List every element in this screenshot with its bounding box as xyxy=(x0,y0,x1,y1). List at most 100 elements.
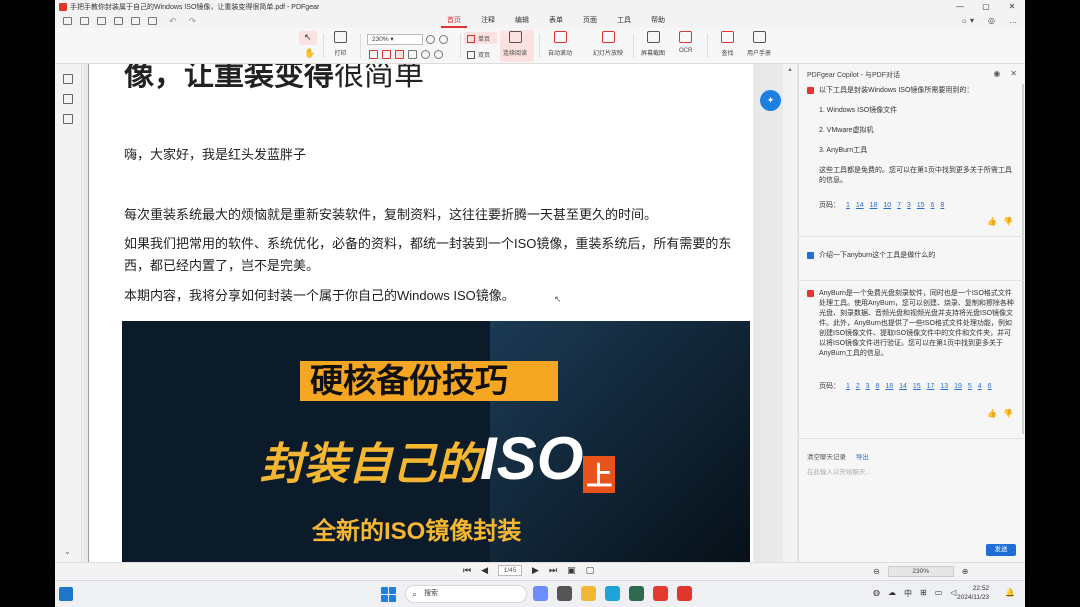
minimize-button[interactable]: — xyxy=(947,0,973,14)
thumbs-down-icon[interactable]: 👎 xyxy=(1003,217,1013,226)
page-link[interactable]: 3 xyxy=(907,202,911,209)
tab-home[interactable]: 首页 xyxy=(437,14,471,28)
page-link[interactable]: 1 xyxy=(846,202,850,209)
page-link[interactable]: 7 xyxy=(897,202,901,209)
share-icon[interactable] xyxy=(148,17,157,25)
export-button[interactable]: 导出 xyxy=(856,454,869,461)
tab-tools[interactable]: 工具 xyxy=(607,14,641,28)
copilot-app-icon[interactable] xyxy=(533,586,548,601)
open-folder-icon[interactable] xyxy=(80,17,89,25)
single-page-button[interactable]: 单页 xyxy=(467,34,490,43)
document-viewport[interactable]: 像，让重装变得很简单 嗨，大家好，我是红头发蓝胖子 每次重装系统最大的烦恼就是重… xyxy=(83,64,798,562)
continuous-reading-button[interactable]: 连续阅读 xyxy=(503,31,527,57)
start-button[interactable] xyxy=(381,587,396,602)
undo-icon[interactable]: ↶ xyxy=(169,16,177,27)
copilot-close-icon[interactable]: ✕ xyxy=(1010,69,1017,78)
page-link[interactable]: 17 xyxy=(927,383,935,390)
copilot-scrollbar[interactable] xyxy=(1022,84,1024,434)
new-file-icon[interactable] xyxy=(63,17,72,25)
reading-icon[interactable] xyxy=(408,50,417,59)
account-icon[interactable]: ◎ xyxy=(988,14,995,28)
tab-annotate[interactable]: 注释 xyxy=(471,14,505,28)
page-input[interactable]: 1/45 xyxy=(498,565,523,576)
print-quick-icon[interactable] xyxy=(131,17,140,25)
cloud-icon[interactable]: ☁ xyxy=(888,588,896,599)
widgets-icon[interactable] xyxy=(59,587,73,601)
task-view-icon[interactable] xyxy=(557,586,572,601)
tab-page[interactable]: 页面 xyxy=(573,14,607,28)
scroll-up-icon[interactable]: ▲ xyxy=(783,67,797,73)
copilot-float-icon[interactable]: ✦ xyxy=(760,90,781,111)
close-button[interactable]: ✕ xyxy=(999,0,1025,14)
double-page-button[interactable]: 双页 xyxy=(467,50,490,59)
file-explorer-icon[interactable] xyxy=(581,586,596,601)
actual-size-icon[interactable] xyxy=(395,50,404,59)
page-link[interactable]: 5 xyxy=(968,383,972,390)
prev-page-icon[interactable]: ◀ xyxy=(481,565,488,576)
theme-icon[interactable]: ☼ ▾ xyxy=(960,14,974,28)
volume-icon[interactable]: ◁ xyxy=(950,588,956,599)
screenshot-button[interactable]: 屏幕截图 xyxy=(641,31,665,57)
app-tray-icon[interactable]: ◍ xyxy=(873,588,880,599)
fit-width-icon[interactable] xyxy=(369,50,378,59)
zoom-in-icon[interactable] xyxy=(439,35,448,44)
comments-icon[interactable] xyxy=(63,114,73,124)
page-view-icon[interactable]: ▣ xyxy=(567,565,576,576)
page-link[interactable]: 6 xyxy=(988,383,992,390)
chevron-down-icon[interactable]: ⌄ xyxy=(64,547,71,556)
page-link[interactable]: 6 xyxy=(931,202,935,209)
taskbar-search[interactable]: 搜索 xyxy=(405,585,527,603)
page-link[interactable]: 18 xyxy=(885,383,893,390)
pdfgear-taskbar-icon[interactable] xyxy=(677,586,692,601)
copilot-settings-icon[interactable]: ◉ xyxy=(993,69,1000,78)
tab-form[interactable]: 表单 xyxy=(539,14,573,28)
save-icon[interactable] xyxy=(97,17,106,25)
zoom-in-icon[interactable]: ⊕ xyxy=(962,567,969,576)
print-button[interactable]: 打印 xyxy=(334,31,347,57)
page-link[interactable]: 8 xyxy=(876,383,880,390)
zoom-select[interactable]: 230% ▾ xyxy=(367,34,423,45)
redo-icon[interactable]: ↷ xyxy=(189,16,197,27)
maximize-button[interactable]: ▢ xyxy=(973,0,999,14)
tab-help[interactable]: 帮助 xyxy=(641,14,675,28)
page-link[interactable]: 15 xyxy=(913,383,921,390)
cursor-tool-icon[interactable]: ↖ xyxy=(304,32,312,43)
vertical-scrollbar[interactable]: ▲ xyxy=(783,64,797,562)
rotate-right-icon[interactable] xyxy=(434,50,443,59)
page-link[interactable]: 19 xyxy=(954,383,962,390)
thumbs-up-icon[interactable]: 👍 xyxy=(987,409,997,418)
page-link[interactable]: 3 xyxy=(866,383,870,390)
hand-tool-icon[interactable]: ✋ xyxy=(304,48,315,59)
ocr-button[interactable]: OCR xyxy=(679,31,692,54)
network-icon[interactable]: ▭ xyxy=(935,588,943,599)
page-link[interactable]: 8 xyxy=(940,202,944,209)
bookmark-icon[interactable] xyxy=(63,74,73,84)
page-link[interactable]: 1 xyxy=(846,383,850,390)
tray-icon[interactable]: ⊞ xyxy=(920,588,927,599)
tab-edit[interactable]: 编辑 xyxy=(505,14,539,28)
auto-scroll-button[interactable]: 自动滚动 xyxy=(548,31,572,57)
page-link[interactable]: 2 xyxy=(856,383,860,390)
zoom-out-icon[interactable] xyxy=(426,35,435,44)
page-link[interactable]: 14 xyxy=(856,202,864,209)
page-link[interactable]: 13 xyxy=(940,383,948,390)
fit-icon[interactable]: ▢ xyxy=(586,565,595,576)
save-as-icon[interactable] xyxy=(114,17,123,25)
thumbs-up-icon[interactable]: 👍 xyxy=(987,217,997,226)
rotate-left-icon[interactable] xyxy=(421,50,430,59)
thumbs-down-icon[interactable]: 👎 xyxy=(1003,409,1013,418)
thumbnails-icon[interactable] xyxy=(63,94,73,104)
page-link[interactable]: 4 xyxy=(978,383,982,390)
wps-icon[interactable] xyxy=(653,586,668,601)
page-link[interactable]: 10 xyxy=(883,202,891,209)
zoom-out-icon[interactable]: ⊖ xyxy=(873,567,880,576)
send-button[interactable]: 发送 xyxy=(986,544,1016,556)
page-link[interactable]: 14 xyxy=(899,383,907,390)
chat-input[interactable]: 在此输入以开始聊天... xyxy=(807,466,871,476)
page-link[interactable]: 15 xyxy=(917,202,925,209)
edge-icon[interactable] xyxy=(605,586,620,601)
zoom-value[interactable]: 230% xyxy=(887,566,954,577)
clear-history-button[interactable]: 清空聊天记录 xyxy=(807,454,846,461)
store-icon[interactable] xyxy=(629,586,644,601)
notification-bell-icon[interactable]: 🔔 xyxy=(1005,588,1015,597)
